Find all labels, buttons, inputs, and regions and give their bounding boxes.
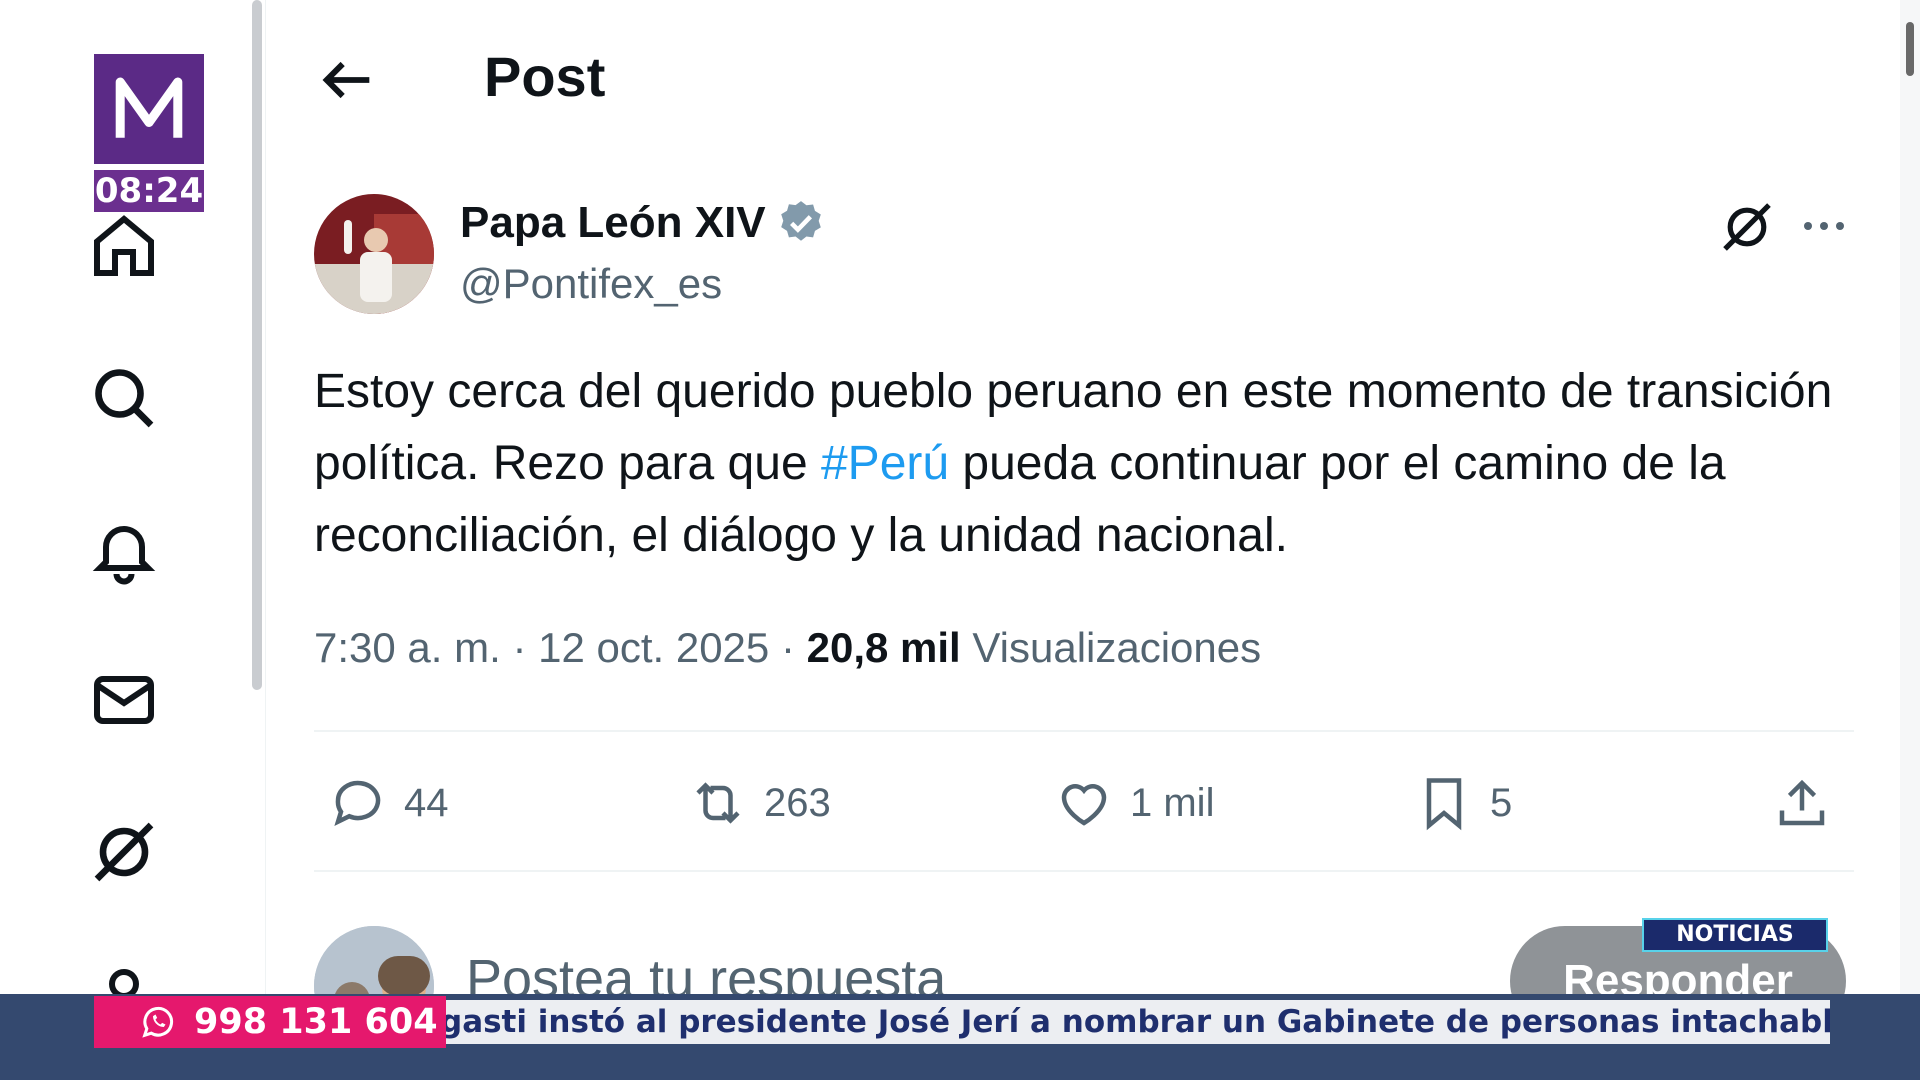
views-count: 20,8 mil [806,624,961,671]
reply-icon [334,780,381,827]
divider [314,730,1854,732]
whatsapp-badge: 998 131 604 [94,996,446,1048]
page-title: Post [484,45,606,108]
bookmark-count: 5 [1490,780,1513,825]
grok-icon[interactable] [1716,196,1778,258]
bookmark-button[interactable]: 5 [1414,768,1512,838]
post-header: Post [266,0,1906,160]
page-scrollbar[interactable] [1900,0,1920,1080]
hashtag-link[interactable]: #Perú [821,437,949,490]
mail-icon[interactable] [88,664,160,736]
channel-logo: 08:24 [94,54,204,214]
repost-icon [696,782,740,824]
repost-count: 263 [764,780,831,825]
meta-separator: · [780,624,807,671]
nav-scrollbar[interactable] [252,0,262,690]
author-name[interactable]: Papa León XIV [460,198,766,248]
back-arrow-icon[interactable] [316,48,380,112]
bell-icon[interactable] [88,514,160,586]
like-count: 1 mil [1130,780,1215,825]
whatsapp-number: 998 131 604 [194,1002,438,1042]
divider [314,870,1854,872]
news-ticker-text: gasti instó al presidente José Jerí a no… [440,1000,1830,1044]
post-time[interactable]: 7:30 a. m. [314,624,501,671]
more-icon[interactable] [1800,206,1848,246]
like-icon [1061,784,1107,826]
page-scrollbar-thumb[interactable] [1906,22,1914,76]
repost-button[interactable]: 263 [688,768,831,838]
reply-count: 44 [404,780,449,825]
meta-separator: · [512,624,539,671]
channel-logo-mark [94,54,204,164]
share-icon [1779,779,1825,826]
whatsapp-icon [142,1007,173,1038]
like-button[interactable]: 1 mil [1054,768,1214,838]
post-meta: 7:30 a. m. · 12 oct. 2025 · 20,8 mil Vis… [314,624,1261,672]
author-avatar[interactable] [314,194,434,314]
channel-brand: NOTICIAS [1642,918,1828,952]
bookmark-icon [1426,778,1462,831]
post-date[interactable]: 12 oct. 2025 [538,624,769,671]
verified-icon [776,198,826,248]
home-icon[interactable] [88,210,160,282]
post-text: Estoy cerca del querido pueblo peruano e… [314,356,1854,572]
clock-time: 08:24 [94,170,204,212]
grok-icon[interactable] [88,816,160,888]
column-divider [265,0,266,1080]
search-icon[interactable] [88,362,160,434]
views-label: Visualizaciones [972,624,1262,671]
reply-button[interactable]: 44 [328,768,449,838]
share-button[interactable] [1772,768,1848,838]
post-actions: 44 263 1 mil 5 [314,768,1854,838]
author-handle[interactable]: @Pontifex_es [460,260,722,308]
